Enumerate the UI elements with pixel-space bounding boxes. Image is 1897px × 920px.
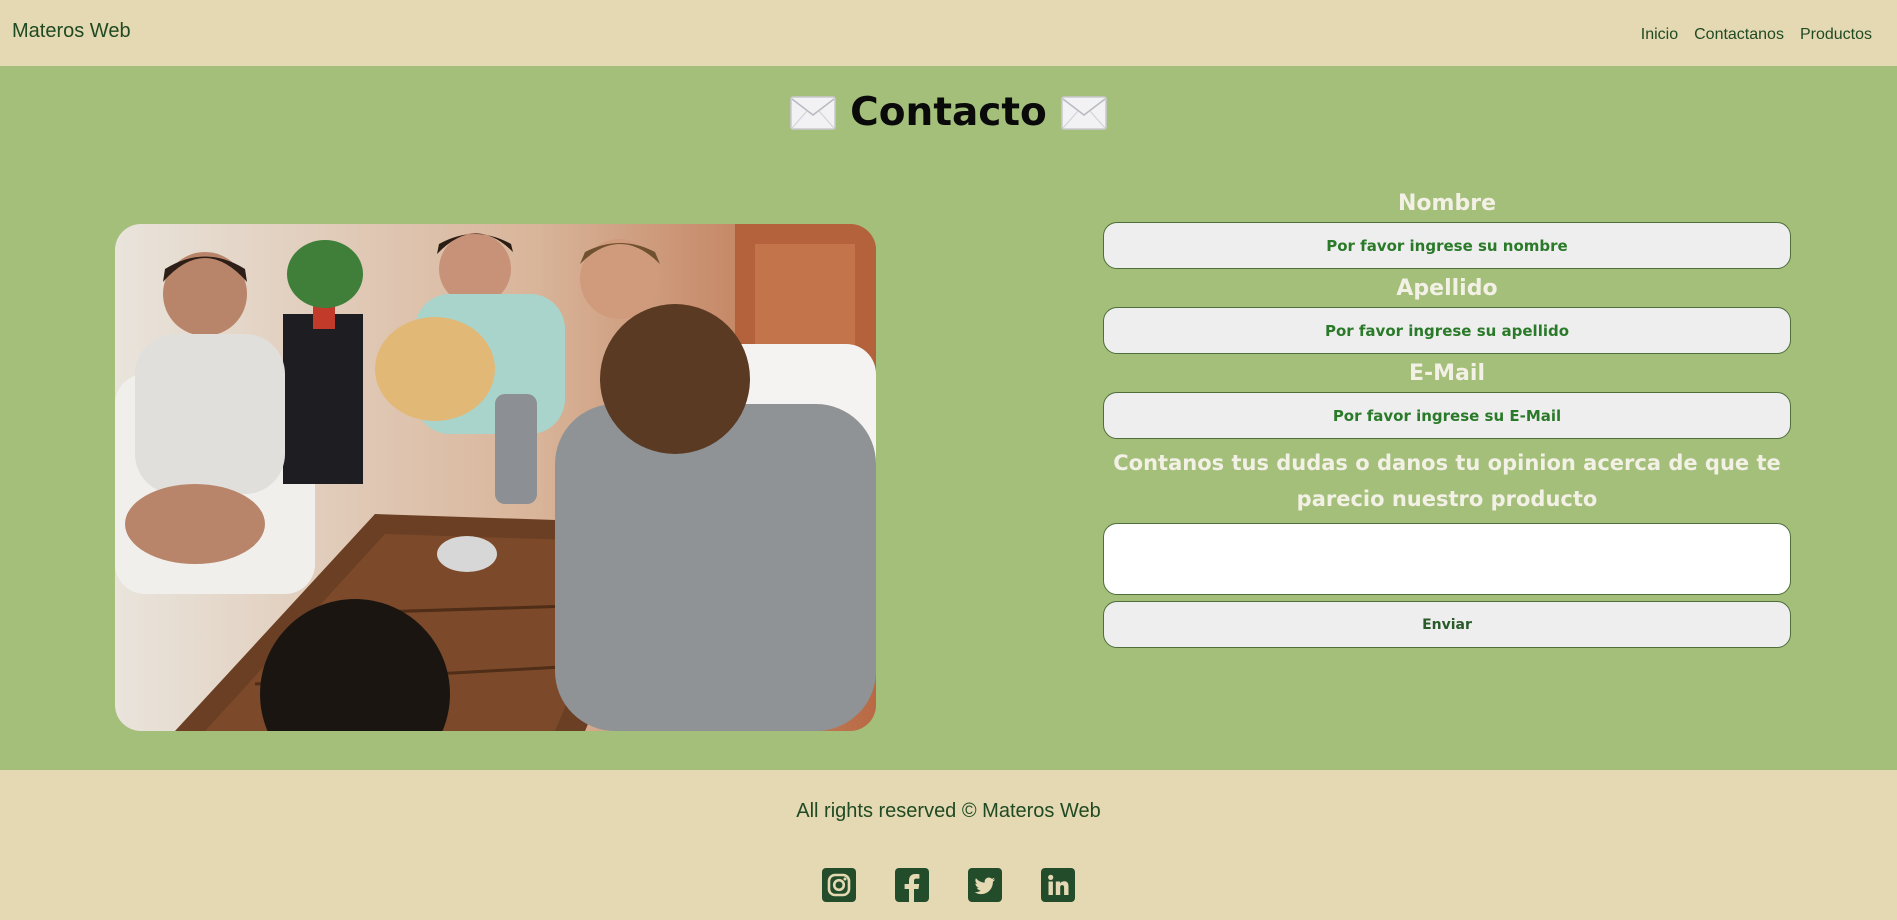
twitter-icon[interactable] <box>968 868 1002 902</box>
nav-link-productos[interactable]: Productos <box>1800 26 1872 44</box>
nav-links: Inicio Contactanos Productos <box>1641 26 1872 44</box>
title-row: Contacto <box>0 90 1897 135</box>
nombre-label: Nombre <box>1398 191 1496 216</box>
contact-form: Nombre Apellido E-Mail Contanos tus duda… <box>1097 186 1797 648</box>
page-title: Contacto <box>850 90 1047 135</box>
navbar: Materos Web Inicio Contactanos Productos <box>0 0 1897 66</box>
brand-link[interactable]: Materos Web <box>12 20 131 43</box>
envelope-icon <box>790 95 836 130</box>
footer: All rights reserved © Materos Web <box>0 770 1897 920</box>
group-photo <box>115 224 876 731</box>
apellido-label: Apellido <box>1396 276 1498 301</box>
social-links <box>0 868 1897 902</box>
nav-link-contactanos[interactable]: Contactanos <box>1694 26 1784 44</box>
apellido-input[interactable] <box>1103 307 1791 354</box>
linkedin-icon[interactable] <box>1041 868 1075 902</box>
contact-section: Contacto Nombre Por favor ingrese su nom… <box>0 66 1897 770</box>
message-textarea[interactable] <box>1103 523 1791 595</box>
nav-link-inicio[interactable]: Inicio <box>1641 26 1678 44</box>
enviar-button[interactable]: Enviar <box>1103 601 1791 648</box>
message-label: Contanos tus dudas o danos tu opinion ac… <box>1113 451 1781 511</box>
copyright-text: All rights reserved © Materos Web <box>796 800 1101 822</box>
nombre-input[interactable] <box>1103 222 1791 269</box>
instagram-icon[interactable] <box>822 868 856 902</box>
envelope-icon <box>1061 95 1107 130</box>
email-input[interactable] <box>1103 392 1791 439</box>
email-label: E-Mail <box>1409 361 1485 386</box>
facebook-icon[interactable] <box>895 868 929 902</box>
